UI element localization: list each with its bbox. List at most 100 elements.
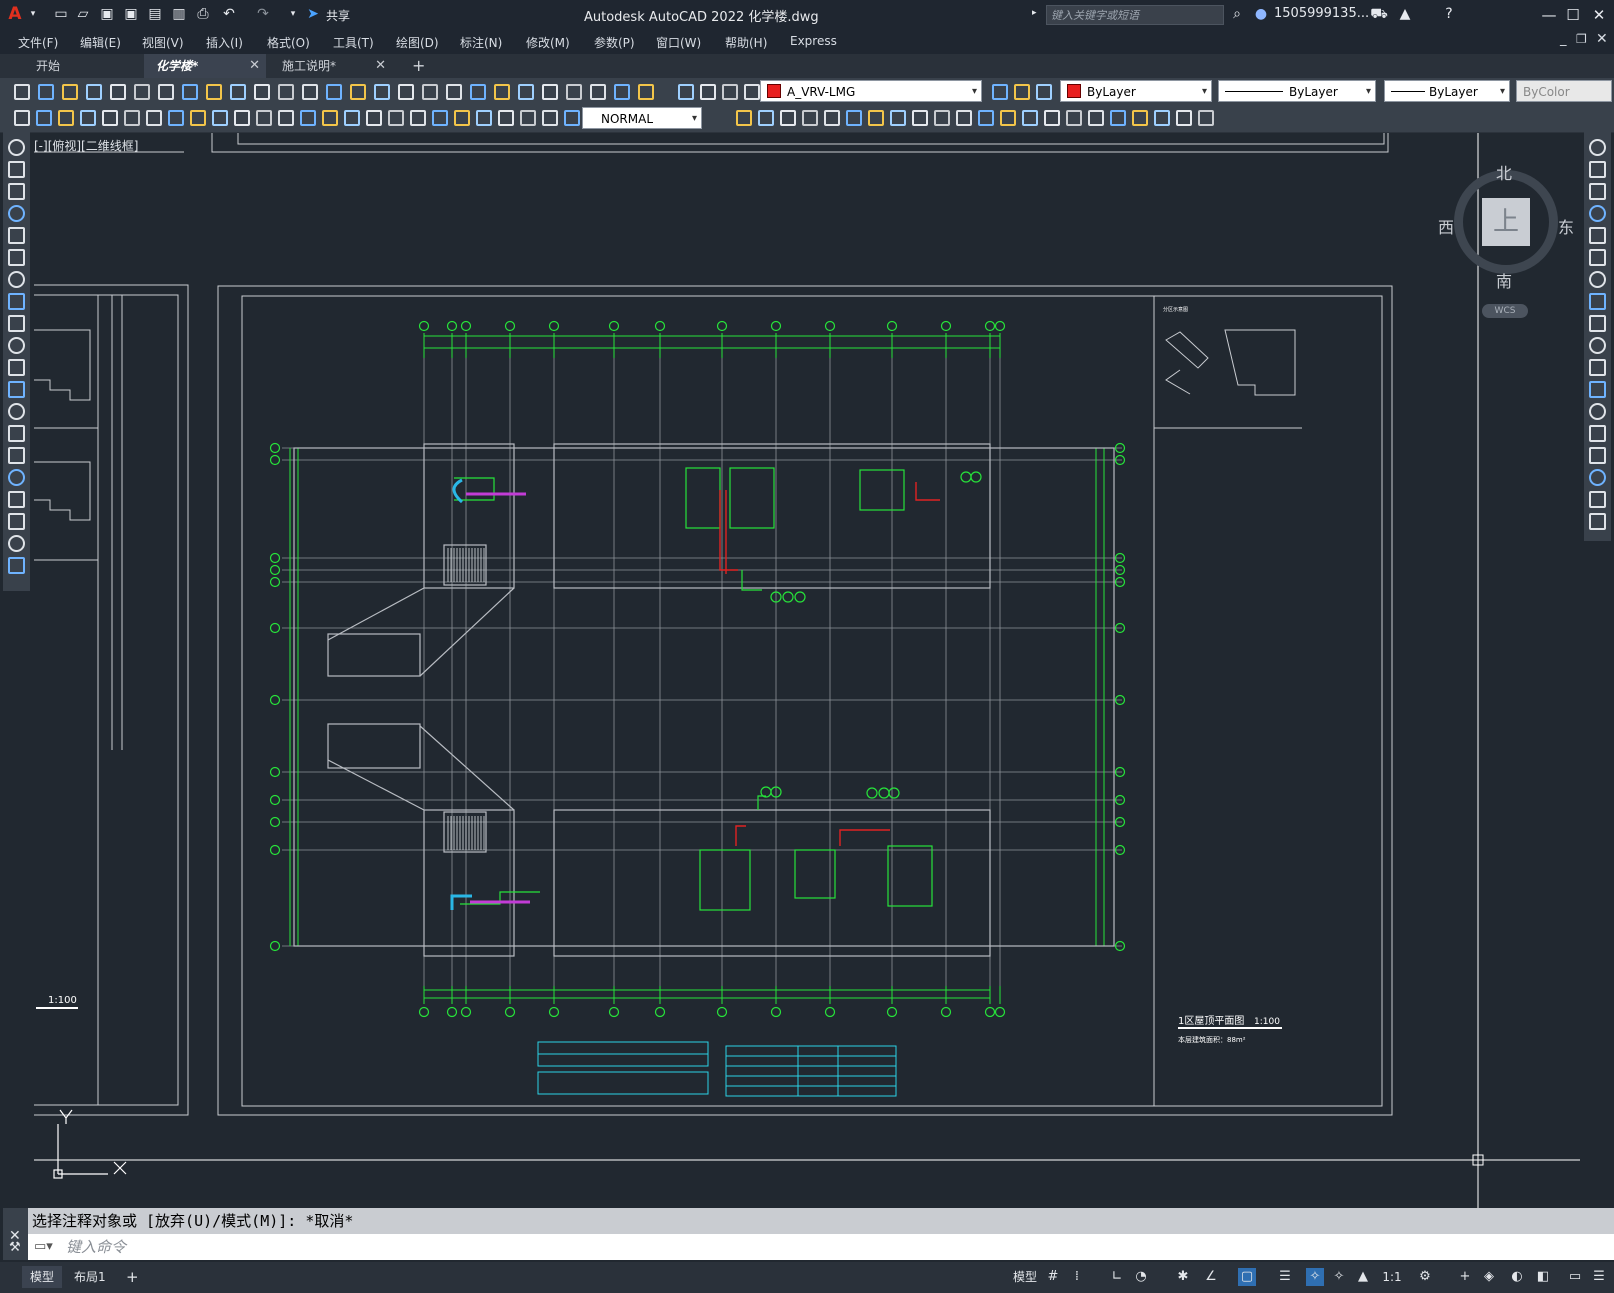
standard-tool-icon[interactable] — [62, 84, 78, 100]
close-button[interactable]: ✕ — [1588, 4, 1610, 26]
standard-tool-icon[interactable] — [614, 84, 630, 100]
dimension-tool-icon[interactable] — [366, 110, 382, 126]
new-tab-button[interactable]: + — [400, 54, 428, 78]
dimension-tool-icon[interactable] — [212, 110, 228, 126]
viewcube-west[interactable]: 西 — [1438, 214, 1454, 238]
menu-edit[interactable]: 编辑(E) — [80, 34, 121, 51]
dimension-tool-icon[interactable] — [322, 110, 338, 126]
standard-tool-icon[interactable] — [374, 84, 390, 100]
dimension-tool-icon[interactable] — [256, 110, 272, 126]
dimension-tool-icon[interactable] — [802, 110, 818, 126]
annotation-scale-value[interactable]: 1:1 — [1380, 1268, 1404, 1286]
dimension-tool-icon[interactable] — [432, 110, 448, 126]
dimension-tool-icon[interactable] — [520, 110, 536, 126]
dimension-tool-icon[interactable] — [454, 110, 470, 126]
standard-tool-icon[interactable] — [992, 84, 1008, 100]
menu-dimension[interactable]: 标注(N) — [460, 34, 502, 51]
app-logo-icon[interactable]: A — [6, 5, 24, 23]
draw-tool-icon[interactable] — [8, 271, 25, 288]
draw-tool-icon[interactable] — [8, 469, 25, 486]
drawing-canvas[interactable]: 1:100 分区示意图 1区屋顶平面图 1:100 本层建筑面积：88m² 上 … — [34, 133, 1580, 1208]
dimension-tool-icon[interactable] — [564, 110, 580, 126]
new-layout-button[interactable]: + — [118, 1266, 147, 1288]
customize-qat-icon[interactable]: ▾ — [284, 5, 302, 23]
draw-tool-icon[interactable] — [8, 513, 25, 530]
draw-tool-icon[interactable] — [8, 205, 25, 222]
standard-tool-icon[interactable] — [14, 84, 30, 100]
dimension-tool-icon[interactable] — [168, 110, 184, 126]
annotation-visibility-icon[interactable]: ✧ — [1306, 1268, 1324, 1286]
dimension-tool-icon[interactable] — [978, 110, 994, 126]
standard-tool-icon[interactable] — [182, 84, 198, 100]
standard-tool-icon[interactable] — [566, 84, 582, 100]
dimension-tool-icon[interactable] — [146, 110, 162, 126]
standard-tool-icon[interactable] — [38, 84, 54, 100]
autodesk-account-icon[interactable]: ▲ — [1396, 5, 1414, 23]
dimension-tool-icon[interactable] — [58, 110, 74, 126]
polar-icon[interactable]: ◔ — [1132, 1268, 1150, 1286]
dimension-tool-icon[interactable] — [1000, 110, 1016, 126]
viewport-controls[interactable]: [-][俯视][二维线框] — [34, 137, 138, 154]
plotstyle-dropdown[interactable]: ByColor — [1516, 80, 1612, 102]
viewcube-face-top[interactable]: 上 — [1482, 198, 1530, 246]
dimension-tool-icon[interactable] — [1198, 110, 1214, 126]
modify-tool-icon[interactable] — [1589, 491, 1606, 508]
modify-tool-icon[interactable] — [1589, 139, 1606, 156]
wrench-icon[interactable]: ⚒ — [9, 1240, 21, 1255]
standard-tool-icon[interactable] — [678, 84, 694, 100]
standard-tool-icon[interactable] — [302, 84, 318, 100]
dimension-tool-icon[interactable] — [80, 110, 96, 126]
dimension-tool-icon[interactable] — [388, 110, 404, 126]
draw-tool-icon[interactable] — [8, 535, 25, 552]
wcs-menu[interactable]: WCS — [1482, 304, 1528, 318]
dimension-tool-icon[interactable] — [956, 110, 972, 126]
modify-tool-icon[interactable] — [1589, 337, 1606, 354]
draw-tool-icon[interactable] — [8, 249, 25, 266]
modify-tool-icon[interactable] — [1589, 469, 1606, 486]
doc-minimize-button[interactable]: _ — [1560, 32, 1567, 47]
dimension-tool-icon[interactable] — [410, 110, 426, 126]
hardware-accel-icon[interactable]: ◐ — [1508, 1268, 1526, 1286]
menu-help[interactable]: 帮助(H) — [725, 34, 767, 51]
customize-icon[interactable]: ☰ — [1590, 1268, 1608, 1286]
export-icon[interactable]: ▤ — [146, 5, 164, 23]
standard-tool-icon[interactable] — [494, 84, 510, 100]
snap-icon[interactable]: ⁞ — [1068, 1268, 1086, 1286]
standard-tool-icon[interactable] — [398, 84, 414, 100]
standard-tool-icon[interactable] — [638, 84, 654, 100]
modify-tool-icon[interactable] — [1589, 161, 1606, 178]
user-icon[interactable]: ● — [1252, 5, 1270, 23]
menu-draw[interactable]: 绘图(D) — [396, 34, 439, 51]
menu-file[interactable]: 文件(F) — [18, 34, 58, 51]
command-input[interactable]: ▭▾ 键入命令 — [28, 1234, 1614, 1260]
standard-tool-icon[interactable] — [206, 84, 222, 100]
standard-tool-icon[interactable] — [518, 84, 534, 100]
command-prompt-icon[interactable]: ▭▾ — [34, 1234, 53, 1260]
dimension-tool-icon[interactable] — [824, 110, 840, 126]
standard-tool-icon[interactable] — [470, 84, 486, 100]
search-icon[interactable]: ⌕ — [1228, 5, 1246, 23]
modify-tool-icon[interactable] — [1589, 293, 1606, 310]
draw-tool-icon[interactable] — [8, 227, 25, 244]
dimension-tool-icon[interactable] — [758, 110, 774, 126]
clean-screen-icon[interactable]: ◧ — [1534, 1268, 1552, 1286]
tab-start[interactable]: 开始 — [24, 54, 142, 78]
lineweight-dropdown[interactable]: ByLayer ▾ — [1384, 80, 1510, 102]
open-file-icon[interactable]: ▱ — [74, 5, 92, 23]
chevron-down-icon[interactable]: ▾ — [24, 5, 42, 23]
close-tab-icon[interactable]: ✕ — [249, 54, 260, 78]
help-icon[interactable]: ? — [1440, 5, 1458, 23]
menu-insert[interactable]: 插入(I) — [206, 34, 243, 51]
standard-tool-icon[interactable] — [744, 84, 760, 100]
draw-tool-icon[interactable] — [8, 337, 25, 354]
dimension-tool-icon[interactable] — [1088, 110, 1104, 126]
close-tab-icon[interactable]: ✕ — [375, 54, 386, 78]
menu-express[interactable]: Express — [790, 34, 837, 48]
dimension-tool-icon[interactable] — [278, 110, 294, 126]
dimension-tool-icon[interactable] — [300, 110, 316, 126]
auto-scale-icon[interactable]: ✧ — [1330, 1268, 1348, 1286]
dimension-tool-icon[interactable] — [912, 110, 928, 126]
dimension-tool-icon[interactable] — [542, 110, 558, 126]
layout-tab-layout1[interactable]: 布局1 — [66, 1266, 114, 1288]
fullscreen-icon[interactable]: ▭ — [1566, 1268, 1584, 1286]
